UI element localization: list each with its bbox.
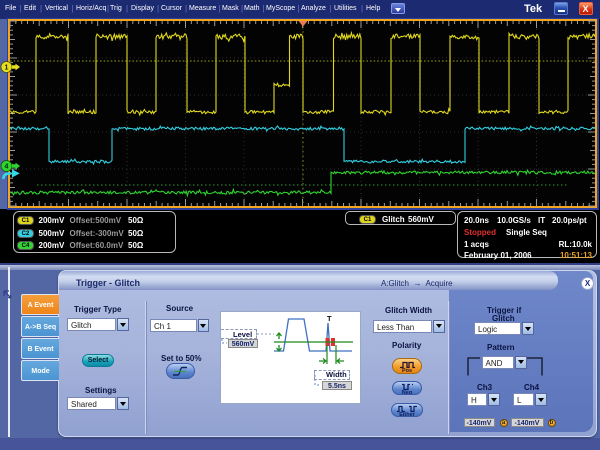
svg-text:4: 4 [5, 164, 9, 171]
svg-text:T: T [327, 314, 332, 323]
svg-text:1: 1 [5, 65, 9, 72]
